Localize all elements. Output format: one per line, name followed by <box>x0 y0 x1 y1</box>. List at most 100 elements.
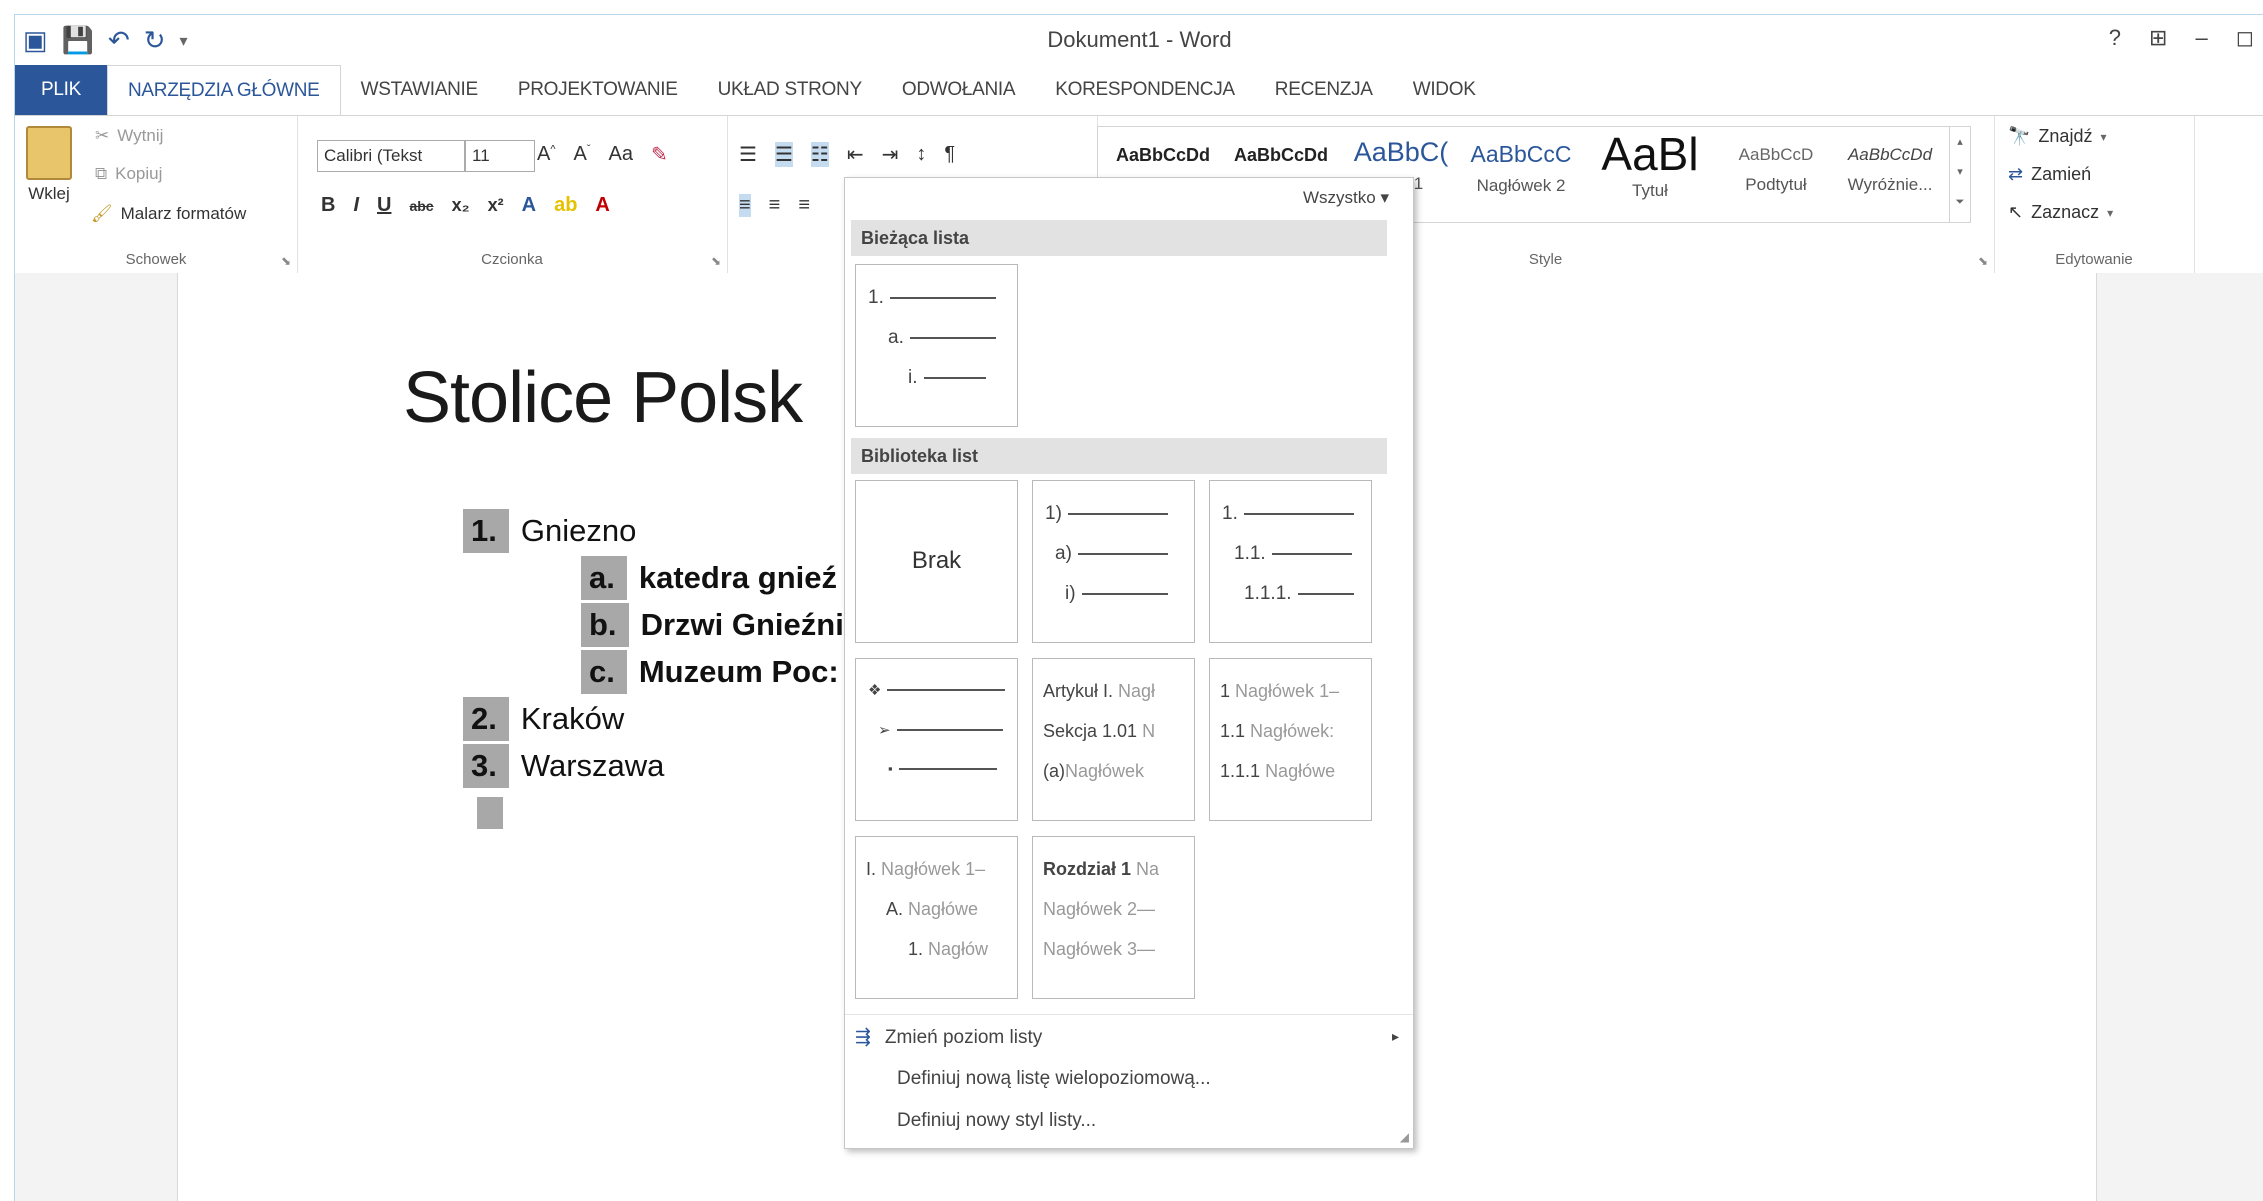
underline-button[interactable]: U <box>377 194 391 217</box>
multilevel-list-icon[interactable]: ☷ <box>810 142 829 167</box>
font-name-box[interactable]: Calibri (Tekst <box>317 140 465 172</box>
font-dialog-launcher-icon[interactable]: ⬊ <box>711 254 721 268</box>
define-list-style-item[interactable]: Definiuj nowy styl listy... <box>897 1110 1096 1132</box>
list-item[interactable]: b. Drzwi Gnieźni <box>581 603 844 647</box>
styles-scroll-icon[interactable]: ▴ ▾ ⏷ <box>1949 127 1970 222</box>
decrease-indent-icon[interactable]: ⇤ <box>847 142 864 167</box>
tab-review[interactable]: RECENZJA <box>1255 65 1393 115</box>
sort-icon[interactable]: ↕ <box>916 143 926 166</box>
level-text: Nagłówek 1– <box>881 859 986 879</box>
tab-design[interactable]: PROJEKTOWANIE <box>498 65 698 115</box>
list-item[interactable]: 2. Kraków <box>463 697 624 741</box>
tab-view[interactable]: WIDOK <box>1393 65 1496 115</box>
level-label: 1.1. <box>1234 543 1266 564</box>
clear-format-icon[interactable]: ✎ <box>651 142 668 167</box>
list-style-article[interactable]: Artykuł I. Nagł Sekcja 1.01 N (a) Nagłówe… <box>1032 658 1195 821</box>
list-style-bullets[interactable]: ❖ ➢ ▪ <box>855 658 1018 821</box>
italic-button[interactable]: I <box>353 194 359 217</box>
help-button[interactable]: ? <box>2109 25 2121 51</box>
copy-icon: ⧉ <box>95 164 108 183</box>
align-left-icon[interactable]: ≡ <box>739 194 751 217</box>
current-list-cell[interactable]: 1. a. i. <box>855 264 1018 427</box>
list-text: Gniezno <box>520 513 637 548</box>
list-item[interactable]: 3. Warszawa <box>463 744 664 788</box>
font-color-icon[interactable]: A <box>595 194 609 217</box>
style-preview: AaBbC( <box>1353 137 1449 167</box>
resize-grip-icon[interactable]: ◢ <box>1400 1130 1409 1144</box>
list-style-none[interactable]: Brak <box>855 480 1018 643</box>
tab-home[interactable]: NARZĘDZIA GŁÓWNE <box>107 65 341 115</box>
styles-dialog-launcher-icon[interactable]: ⬊ <box>1978 254 1988 268</box>
font-size-box[interactable]: 11 <box>465 140 535 172</box>
numbering-icon[interactable]: ☰ <box>774 142 793 167</box>
level-label: i. <box>908 367 918 388</box>
format-painter-label: Malarz formatów <box>120 204 247 223</box>
replace-button[interactable]: ⇄ Zamień <box>2008 164 2091 185</box>
paste-button[interactable]: Wklej <box>19 126 79 204</box>
copy-button[interactable]: ⧉ Kopiuj <box>95 164 162 184</box>
grow-font-icon[interactable]: A^ <box>537 143 556 166</box>
superscript-icon[interactable]: x² <box>488 195 504 216</box>
title-bar: ▣ 💾 ↶ ↻ ▾ Dokument1 - Word ? ⊞ – ◻ <box>15 15 2263 65</box>
pilcrow-icon[interactable]: ¶ <box>944 143 955 166</box>
style-subtitle[interactable]: AaBbCcD Podtytuł <box>1720 145 1832 195</box>
subscript-icon[interactable]: x₂ <box>452 195 470 216</box>
document-title[interactable]: Stolice Polsk <box>403 357 803 439</box>
list-line <box>1081 593 1168 595</box>
shrink-font-icon[interactable]: Aˇ <box>574 143 591 166</box>
dialog-launcher-icon[interactable]: ⬊ <box>281 254 291 268</box>
list-number: a. <box>581 556 627 600</box>
increase-indent-icon[interactable]: ⇥ <box>882 142 899 167</box>
bullets-icon[interactable]: ☰ <box>739 142 757 167</box>
style-title[interactable]: AaBl Tytuł <box>1586 128 1714 201</box>
cut-button[interactable]: ✂ Wytnij <box>95 126 163 146</box>
level-label: 1. <box>908 939 924 959</box>
font-size-controls: A^ Aˇ Aa ✎ <box>537 142 668 167</box>
list-style-roman-headings[interactable]: I. Nagłówek 1– A. Nagłówe 1. Nagłów <box>855 836 1018 999</box>
binoculars-icon: 🔭 <box>2008 126 2031 146</box>
filter-dropdown[interactable]: Wszystko ▾ <box>1303 188 1389 208</box>
define-multilevel-list-item[interactable]: Definiuj nową listę wielopoziomową... <box>897 1068 1211 1090</box>
strikethrough-icon[interactable]: abc <box>409 198 433 214</box>
list-style-chapter[interactable]: Rozdział 1 Na Nagłówek 2— Nagłówek 3— <box>1032 836 1195 999</box>
align-center-icon[interactable]: ≡ <box>769 194 781 217</box>
level-text: Nagłówek <box>1065 761 1145 781</box>
list-item[interactable]: c. Muzeum Poc: <box>581 650 839 694</box>
list-item[interactable]: a. katedra gnieź <box>581 556 837 600</box>
format-painter-button[interactable]: 🖌 Malarz formatów <box>91 204 246 224</box>
tab-mailings[interactable]: KORESPONDENCJA <box>1035 65 1255 115</box>
font-format-row: B I U abc x₂ x² A ab A <box>321 194 610 217</box>
ribbon-display-button[interactable]: ⊞ <box>2149 25 2167 51</box>
highlight-icon[interactable]: ab <box>554 194 577 217</box>
list-line <box>1067 513 1168 515</box>
multilevel-list-dropdown: Wszystko ▾ Bieżąca lista 1. a. i. Biblio… <box>844 177 1414 1149</box>
maximize-button[interactable]: ◻ <box>2236 25 2254 51</box>
list-style-heading-numbered[interactable]: 1 Nagłówek 1– 1.1 Nagłówek: 1.1.1 Nagłów… <box>1209 658 1372 821</box>
list-style-parenthesis[interactable]: 1) a) i) <box>1032 480 1195 643</box>
select-button[interactable]: ↖ Zaznacz ▾ <box>2008 202 2113 223</box>
list-number: 2. <box>463 697 509 741</box>
level-label: A. <box>886 899 904 919</box>
change-case-button[interactable]: Aa <box>609 143 633 166</box>
align-right-icon[interactable]: ≡ <box>798 194 810 217</box>
style-emphasis[interactable]: AaBbCcDd Wyróżnie... <box>1834 145 1946 195</box>
style-no-spacing[interactable]: AaBbCcDd <box>1222 145 1340 166</box>
text-effects-icon[interactable]: A <box>522 194 536 217</box>
list-style-decimal[interactable]: 1. 1.1. 1.1.1. <box>1209 480 1372 643</box>
find-button[interactable]: 🔭 Znajdź ▾ <box>2008 126 2106 147</box>
window-title: Dokument1 - Word <box>1047 27 1232 52</box>
style-normal[interactable]: AaBbCcDd <box>1104 145 1222 166</box>
diamond-bullet-icon: ❖ <box>868 682 882 699</box>
style-preview: AaBbCcDd <box>1233 145 1328 165</box>
minimize-button[interactable]: – <box>2195 25 2207 51</box>
change-list-level-item[interactable]: ⇶ Zmień poziom listy <box>855 1026 1042 1049</box>
style-heading-2[interactable]: AaBbCcC Nagłówek 2 <box>1462 141 1580 196</box>
level-text: Nagłówe <box>908 899 979 919</box>
list-item[interactable]: 1. Gniezno <box>463 509 636 553</box>
tab-layout[interactable]: UKŁAD STRONY <box>698 65 882 115</box>
bold-button[interactable]: B <box>321 194 335 217</box>
tab-insert[interactable]: WSTAWIANIE <box>341 65 498 115</box>
tab-references[interactable]: ODWOŁANIA <box>882 65 1035 115</box>
tab-file[interactable]: PLIK <box>15 65 107 115</box>
paragraph-row-top: ☰ ☰ ☷ ⇤ ⇥ ↕ ¶ <box>739 142 955 167</box>
